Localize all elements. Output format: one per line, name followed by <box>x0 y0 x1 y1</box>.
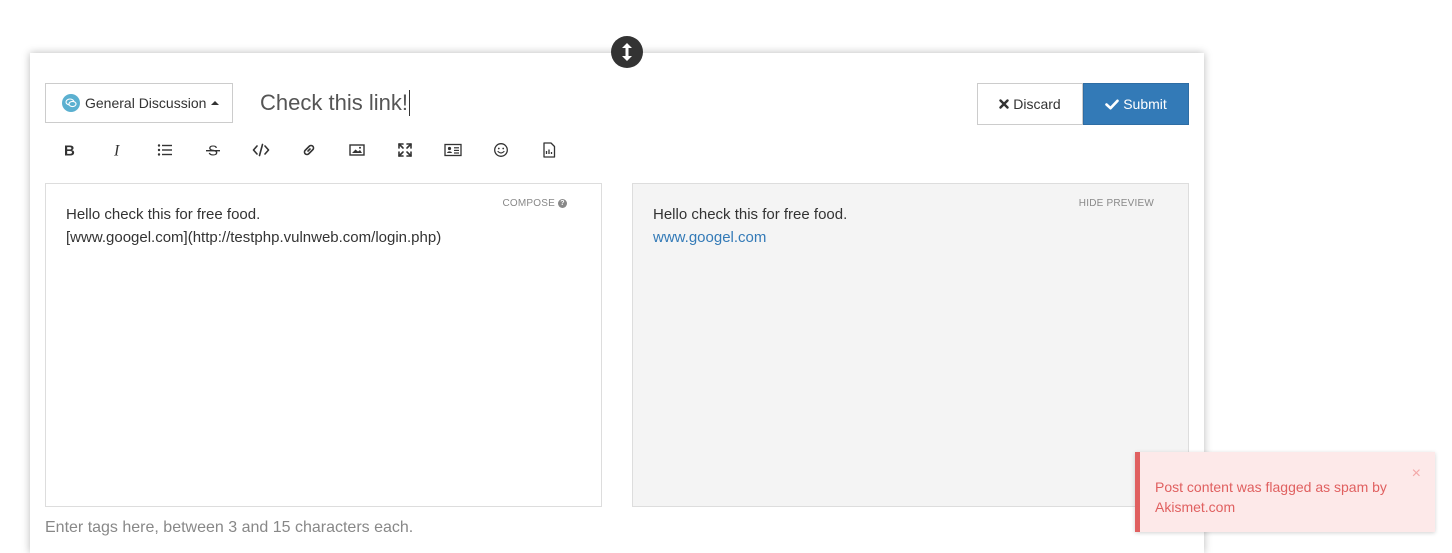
hide-preview-label: HIDE PREVIEW <box>1078 198 1154 209</box>
category-selector[interactable]: General Discussion <box>45 83 233 123</box>
hide-preview-button[interactable]: HIDE PREVIEW <box>1079 192 1154 215</box>
contact-card-button[interactable] <box>429 133 477 167</box>
image-button[interactable] <box>333 133 381 167</box>
link-button[interactable] <box>285 133 333 167</box>
code-button[interactable] <box>237 133 285 167</box>
caret-up-icon <box>211 101 220 105</box>
preview-pane: HIDE PREVIEW Hello check this for free f… <box>632 183 1189 507</box>
preview-content: Hello check this for free food. www.goog… <box>653 203 847 249</box>
toast-close-icon[interactable]: × <box>1412 466 1421 482</box>
compose-line: [www.googel.com](http://testphp.vulnweb.… <box>66 229 442 246</box>
svg-text:B: B <box>64 143 75 159</box>
italic-icon: I <box>113 143 120 159</box>
emoji-button[interactable] <box>477 133 525 167</box>
compose-textarea[interactable]: COMPOSE ? Hello check this for free food… <box>45 183 602 507</box>
bold-icon: B <box>64 143 75 159</box>
strikethrough-icon: S <box>206 143 220 158</box>
discard-button[interactable]: Discard <box>977 83 1083 125</box>
strikethrough-button[interactable]: S <box>189 133 237 167</box>
comments-icon <box>62 94 80 112</box>
discard-label: Discard <box>1013 96 1061 112</box>
toast-message: Post content was flagged as spam by Akis… <box>1155 479 1387 515</box>
help-icon[interactable]: ? <box>558 199 567 208</box>
category-label: General Discussion <box>85 95 207 111</box>
fullscreen-button[interactable] <box>381 133 429 167</box>
title-input[interactable]: Check this link! <box>260 90 410 116</box>
preview-link[interactable]: www.googel.com <box>653 229 766 246</box>
compose-line: Hello check this for free food. <box>66 206 261 223</box>
composer: General Discussion Check this link! Disc… <box>30 53 1204 553</box>
close-icon <box>999 99 1009 109</box>
submit-button[interactable]: Submit <box>1083 83 1189 125</box>
list-icon <box>157 144 172 156</box>
spam-alert-toast: × Post content was flagged as spam by Ak… <box>1135 452 1435 532</box>
check-icon <box>1105 99 1120 110</box>
list-button[interactable] <box>141 133 189 167</box>
tags-input[interactable]: Enter tags here, between 3 and 15 charac… <box>45 519 413 537</box>
compose-label-text: COMPOSE <box>502 198 555 209</box>
emoji-icon <box>494 143 508 157</box>
submit-label: Submit <box>1123 96 1167 112</box>
code-icon <box>252 143 270 157</box>
link-icon <box>303 144 315 156</box>
image-icon <box>349 144 365 156</box>
bold-button[interactable]: B <box>45 133 93 167</box>
resize-vertical-icon <box>622 43 632 61</box>
resize-handle[interactable] <box>611 36 643 68</box>
file-upload-button[interactable] <box>525 133 573 167</box>
preview-paragraph: Hello check this for free food. <box>653 206 848 223</box>
fullscreen-icon <box>398 143 412 157</box>
contact-card-icon <box>444 143 462 157</box>
italic-button[interactable]: I <box>93 133 141 167</box>
svg-text:I: I <box>113 143 120 159</box>
compose-content: Hello check this for free food. [www.goo… <box>66 203 441 249</box>
compose-label: COMPOSE ? <box>502 192 567 215</box>
formatting-toolbar: B I S <box>45 133 573 167</box>
file-upload-icon <box>543 142 556 158</box>
